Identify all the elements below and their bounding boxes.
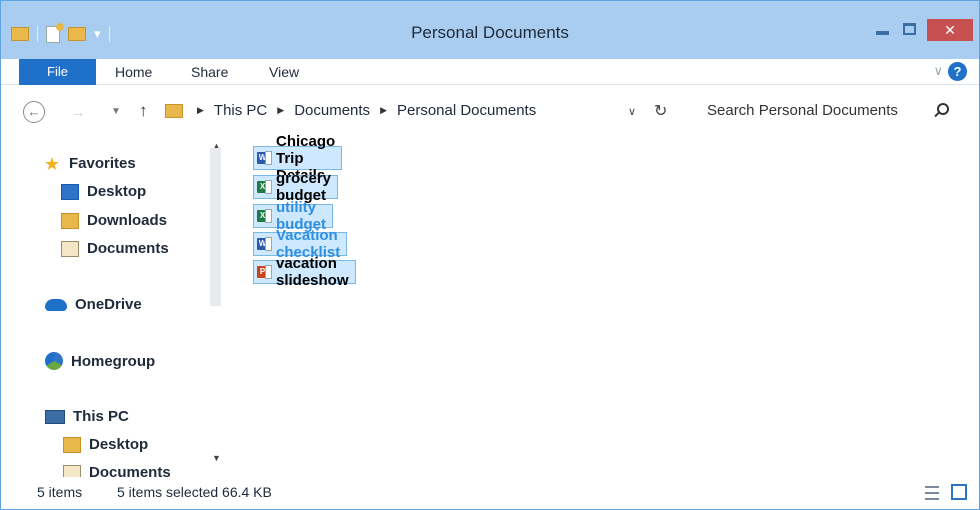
scroll-down-icon[interactable]: ▼	[212, 453, 221, 463]
tab-view[interactable]: View	[269, 64, 299, 80]
desktop-folder-icon	[63, 436, 81, 453]
homegroup-icon	[45, 352, 63, 370]
nav-scrollbar[interactable]	[210, 148, 221, 306]
window-title: Personal Documents	[411, 23, 569, 42]
excel-workbook-icon: X	[257, 178, 272, 197]
excel-workbook-icon: X	[257, 207, 272, 226]
up-button[interactable]: ↑	[139, 101, 148, 121]
word-document-icon: W	[257, 149, 272, 168]
nav-item-label: Homegroup	[71, 352, 156, 370]
list-item[interactable]: X utility budget	[253, 199, 333, 233]
search-icon[interactable]	[937, 103, 949, 115]
documents-icon	[63, 464, 81, 477]
powerpoint-icon: P	[257, 263, 272, 282]
breadcrumb-arrow-icon[interactable]: ▶	[380, 105, 387, 116]
tab-file[interactable]: File	[19, 59, 96, 85]
nav-item-onedrive[interactable]: OneDrive	[45, 296, 142, 313]
breadcrumb-this-pc[interactable]: This PC	[214, 102, 267, 119]
downloads-icon	[61, 212, 79, 229]
address-dropdown-icon[interactable]: ∨	[628, 105, 636, 118]
tab-home[interactable]: Home	[115, 64, 152, 80]
file-name: vacation slideshow	[276, 255, 349, 289]
nav-item-downloads[interactable]: Downloads	[61, 212, 167, 229]
status-bar: 5 items 5 items selected 66.4 KB	[1, 479, 979, 509]
nav-item-pc-desktop[interactable]: Desktop	[63, 436, 148, 453]
list-item[interactable]: X grocery budget	[253, 170, 339, 204]
explorer-window: ▾ Personal Documents ✕ File Home Share V…	[0, 0, 980, 510]
breadcrumb-arrow-icon[interactable]: ▶	[277, 105, 284, 116]
forward-button[interactable]: →	[71, 104, 85, 120]
breadcrumb-documents[interactable]: Documents	[294, 102, 370, 119]
search-input[interactable]: Search Personal Documents	[707, 102, 898, 119]
list-item[interactable]: W Vacation checklist	[253, 227, 348, 261]
page-icon	[265, 209, 272, 223]
expand-ribbon-icon[interactable]: ∨	[933, 63, 943, 79]
address-row: ← → ▼ ↑ ▶ This PC ▶ Documents ▶ Personal…	[1, 91, 979, 131]
folder-icon	[165, 104, 183, 118]
tab-share[interactable]: Share	[191, 64, 228, 80]
nav-item-pc-documents[interactable]: Documents	[63, 464, 171, 477]
nav-item-documents[interactable]: Documents	[61, 240, 169, 257]
nav-item-label: Desktop	[89, 436, 149, 453]
close-button[interactable]: ✕	[927, 19, 973, 41]
desktop-icon	[61, 183, 79, 200]
nav-item-label: Desktop	[87, 183, 147, 200]
refresh-icon[interactable]: ↻	[654, 101, 667, 121]
page-icon	[265, 151, 272, 165]
nav-item-label: This PC	[73, 408, 129, 425]
title-bar[interactable]: ▾ Personal Documents ✕	[1, 1, 979, 59]
nav-item-label: Documents	[87, 240, 169, 257]
page-icon	[265, 237, 272, 251]
nav-item-label: Documents	[89, 464, 171, 477]
item-count: 5 items	[37, 484, 83, 500]
nav-item-favorites[interactable]: ★ Favorites	[43, 153, 136, 174]
details-view-icon[interactable]	[925, 486, 939, 500]
documents-icon	[61, 240, 79, 257]
nav-item-this-pc[interactable]: This PC	[45, 408, 129, 425]
nav-item-homegroup[interactable]: Homegroup	[45, 352, 155, 370]
large-icons-view-icon[interactable]	[951, 484, 967, 500]
minimize-button[interactable]	[876, 31, 889, 35]
onedrive-icon	[45, 298, 67, 311]
page-icon	[265, 180, 272, 194]
back-button[interactable]: ←	[23, 101, 45, 123]
breadcrumb[interactable]: ▶ This PC ▶ Documents ▶ Personal Documen…	[197, 102, 536, 119]
breadcrumb-personal-documents[interactable]: Personal Documents	[397, 102, 536, 119]
selection-info: 5 items selected 66.4 KB	[117, 484, 272, 500]
page-icon	[265, 265, 272, 279]
maximize-button[interactable]	[903, 23, 916, 35]
navigation-pane: ★ Favorites Desktop Downloads Documents …	[1, 137, 241, 477]
word-document-icon: W	[257, 235, 272, 254]
nav-item-label: OneDrive	[75, 296, 142, 313]
breadcrumb-arrow-icon[interactable]: ▶	[197, 105, 204, 116]
star-icon: ★	[43, 153, 61, 174]
nav-item-label: Downloads	[87, 212, 168, 229]
list-item[interactable]: W Chicago Trip Details	[253, 133, 343, 184]
list-item[interactable]: P vacation slideshow	[253, 255, 356, 289]
recent-locations-icon[interactable]: ▼	[111, 106, 121, 117]
ribbon-tabs: File Home Share View ∨ ?	[1, 59, 979, 85]
help-icon[interactable]: ?	[948, 62, 967, 81]
computer-icon	[45, 409, 65, 424]
nav-item-label: Favorites	[69, 155, 136, 172]
nav-item-desktop[interactable]: Desktop	[61, 183, 146, 200]
